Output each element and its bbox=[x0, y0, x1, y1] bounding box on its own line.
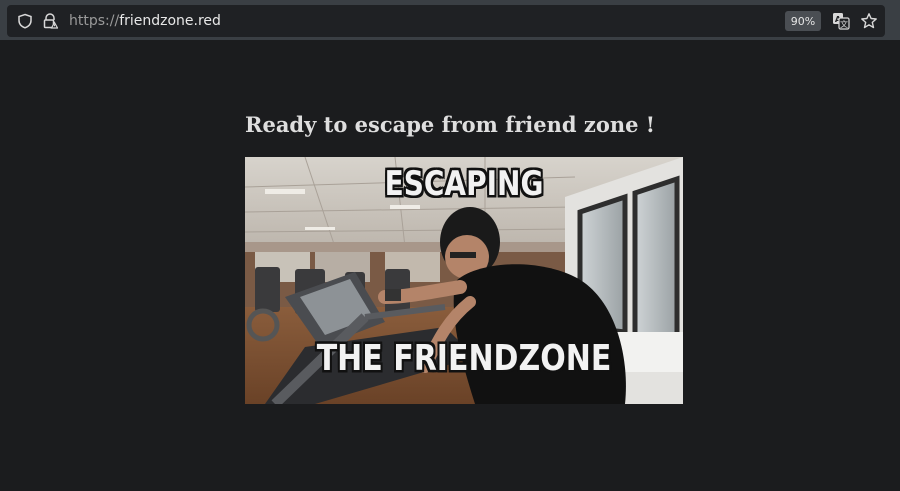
meme-image: ESCAPING THE FRIENDZONE bbox=[245, 157, 683, 404]
page-content: Ready to escape from friend zone ! ESCAP… bbox=[0, 40, 900, 491]
star-icon[interactable] bbox=[860, 12, 878, 30]
zoom-level-button[interactable]: 90% bbox=[785, 11, 821, 31]
url-bar[interactable]: https://friendzone.red 90% A 文 bbox=[7, 5, 885, 37]
browser-toolbar: https://friendzone.red 90% A 文 bbox=[0, 0, 900, 40]
lock-warning-icon[interactable] bbox=[42, 13, 58, 29]
meme-caption-top: ESCAPING bbox=[384, 163, 544, 204]
shield-icon[interactable] bbox=[17, 13, 33, 29]
translate-icon[interactable]: A 文 bbox=[832, 12, 850, 30]
meme-caption-bottom: THE FRIENDZONE bbox=[316, 337, 612, 380]
url-host: friendzone.red bbox=[119, 13, 221, 29]
page-headline: Ready to escape from friend zone ! bbox=[245, 112, 655, 137]
url-text[interactable]: https://friendzone.red bbox=[69, 13, 221, 29]
svg-text:文: 文 bbox=[840, 19, 848, 29]
url-scheme: https:// bbox=[69, 13, 120, 29]
